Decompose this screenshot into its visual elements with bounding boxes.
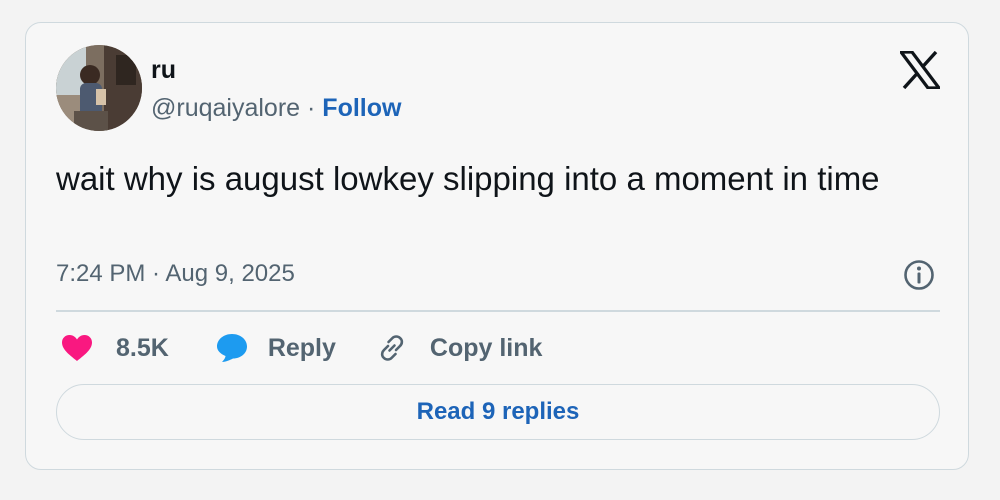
read-replies-label: Read 9 replies	[416, 398, 580, 425]
read-replies-button[interactable]: Read 9 replies	[56, 384, 940, 440]
link-icon	[380, 335, 404, 361]
avatar[interactable]	[56, 45, 142, 131]
x-logo-icon[interactable]	[897, 50, 943, 90]
reply-label: Reply	[267, 333, 336, 362]
handle-row: @ruqaiyalore · Follow	[151, 93, 401, 123]
reply-button[interactable]: Reply	[216, 333, 336, 363]
speech-bubble-icon	[216, 334, 247, 362]
like-button[interactable]: 8.5K	[61, 334, 169, 363]
heart-icon	[62, 335, 92, 361]
copy-link-label: Copy link	[429, 333, 543, 362]
avatar-image	[56, 45, 142, 131]
like-count: 8.5K	[116, 333, 169, 362]
tweet-text: wait why is august lowkey slipping into …	[56, 160, 880, 197]
handle[interactable]: @ruqaiyalore	[151, 94, 300, 122]
action-bar: 8.5K Reply Copy link	[61, 328, 542, 368]
copy-link-button[interactable]: Copy link	[376, 332, 543, 364]
divider	[56, 310, 940, 312]
follow-button[interactable]: Follow	[322, 94, 401, 122]
info-icon[interactable]	[903, 259, 935, 291]
display-name[interactable]: ru	[151, 56, 176, 84]
tweet-embed-card: ru @ruqaiyalore · Follow wait why is aug…	[25, 22, 969, 470]
timestamp-link[interactable]: 7:24 PM · Aug 9, 2025	[56, 259, 295, 289]
separator-dot: ·	[307, 94, 316, 122]
